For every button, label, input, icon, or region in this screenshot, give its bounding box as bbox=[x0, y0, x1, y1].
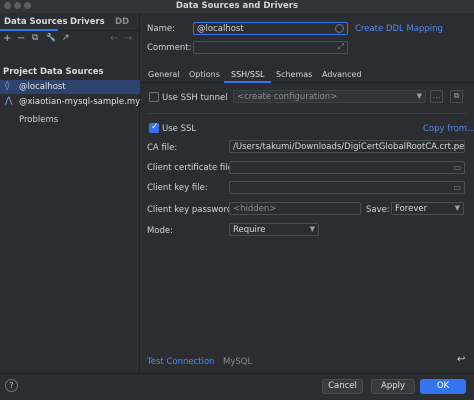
copy-from-link[interactable]: Copy from... bbox=[423, 124, 474, 134]
client-key-field[interactable]: ▭ bbox=[229, 181, 465, 194]
use-ssh-tunnel-checkbox[interactable] bbox=[149, 92, 159, 102]
left-tabs: Data Sources Drivers DD bbox=[0, 13, 140, 31]
ssh-configuration-select[interactable]: <create configuration> ▼ bbox=[233, 90, 426, 103]
client-key-password-label: Client key password: bbox=[147, 205, 236, 215]
expand-icon[interactable]: ⤢ bbox=[338, 42, 344, 52]
problems-item[interactable]: Problems bbox=[19, 115, 58, 125]
remove-icon[interactable]: − bbox=[17, 33, 25, 44]
left-panel: Data Sources Drivers DD + − ⧉ 🔧 ↗ ← → Pr… bbox=[0, 13, 140, 373]
ca-file-field[interactable]: /Users/takumi/Downloads/DigiCertGlobalRo… bbox=[229, 140, 465, 153]
driver-label: MySQL bbox=[223, 357, 253, 367]
create-ddl-mapping-link[interactable]: Create DDL Mapping bbox=[355, 24, 443, 34]
cancel-button[interactable]: Cancel bbox=[322, 379, 363, 394]
back-arrow-icon[interactable]: ← bbox=[110, 33, 118, 44]
ssh-more-button[interactable]: ... bbox=[430, 90, 443, 103]
use-ssl-checkbox[interactable] bbox=[149, 122, 159, 133]
folder-icon[interactable]: ▭ bbox=[453, 183, 461, 192]
client-certificate-field[interactable]: ▭ bbox=[229, 161, 465, 174]
client-key-password-value: <hidden> bbox=[233, 204, 277, 214]
connection-subtabs: General Options SSH/SSL Schemas Advanced bbox=[141, 65, 474, 83]
client-key-password-field[interactable]: <hidden> bbox=[229, 202, 361, 215]
tab-schemas[interactable]: Schemas bbox=[276, 70, 312, 79]
chevron-down-icon: ▼ bbox=[454, 204, 460, 212]
duplicate-icon[interactable]: ⧉ bbox=[32, 33, 38, 43]
right-panel: Name: @localhost Create DDL Mapping Comm… bbox=[141, 13, 474, 373]
ca-file-value: /Users/takumi/Downloads/DigiCertGlobalRo… bbox=[233, 142, 465, 152]
active-subtab-indicator bbox=[224, 81, 271, 83]
chevron-down-icon: ▼ bbox=[416, 92, 422, 100]
name-label: Name: bbox=[147, 24, 175, 34]
comment-field[interactable]: ⤢ bbox=[193, 41, 348, 54]
tab-ssh-ssl[interactable]: SSH/SSL bbox=[231, 70, 264, 79]
help-icon[interactable]: ? bbox=[5, 379, 18, 392]
apply-button[interactable]: Apply bbox=[371, 379, 415, 394]
tab-data-sources[interactable]: Data Sources bbox=[4, 17, 68, 27]
reset-icon[interactable]: ↩ bbox=[457, 354, 465, 365]
left-toolbar: + − ⧉ 🔧 ↗ ← → bbox=[0, 32, 140, 48]
mode-select[interactable]: Require ▼ bbox=[229, 223, 319, 236]
data-source-label: @xiaotian-mysql-sample.mysql.d bbox=[19, 97, 140, 107]
mode-label: Mode: bbox=[147, 226, 174, 236]
folder-icon[interactable]: ▭ bbox=[453, 142, 461, 151]
mode-value: Require bbox=[233, 225, 266, 235]
window-title: Data Sources and Drivers bbox=[175, 1, 299, 11]
divider bbox=[147, 113, 467, 114]
ok-button[interactable]: OK bbox=[420, 379, 466, 394]
save-select[interactable]: Forever ▼ bbox=[391, 202, 464, 215]
ca-file-label: CA file: bbox=[147, 143, 178, 153]
forward-arrow-icon[interactable]: → bbox=[124, 33, 132, 44]
tab-options[interactable]: Options bbox=[189, 70, 220, 79]
project-data-sources-heading: Project Data Sources bbox=[3, 67, 104, 77]
mysql-icon: ⋀ bbox=[5, 96, 13, 106]
add-icon[interactable]: + bbox=[3, 33, 11, 44]
ssh-configuration-value: <create configuration> bbox=[237, 92, 338, 102]
use-ssh-tunnel-label: Use SSH tunnel bbox=[162, 93, 228, 103]
chevron-down-icon: ▼ bbox=[309, 225, 315, 233]
save-value: Forever bbox=[395, 204, 428, 214]
name-value: @localhost bbox=[197, 24, 244, 34]
folder-icon[interactable]: ▭ bbox=[453, 163, 461, 172]
data-source-label: @localhost bbox=[19, 82, 66, 92]
tab-general[interactable]: General bbox=[148, 70, 180, 79]
export-icon[interactable]: ↗ bbox=[62, 33, 70, 43]
comment-label: Comment: bbox=[147, 43, 192, 53]
title-bar: Data Sources and Drivers bbox=[0, 0, 474, 13]
use-ssl-label: Use SSL bbox=[162, 124, 197, 134]
data-source-item[interactable]: ◊ @localhost bbox=[0, 80, 140, 94]
tab-ddl-mappings[interactable]: DD bbox=[115, 17, 137, 27]
mysql-icon: ◊ bbox=[5, 81, 10, 91]
dialog-footer: ? Cancel Apply OK bbox=[0, 373, 474, 400]
tab-drivers[interactable]: Drivers bbox=[70, 17, 105, 27]
test-connection-link[interactable]: Test Connection bbox=[147, 357, 215, 367]
data-source-item[interactable]: ⋀ @xiaotian-mysql-sample.mysql.d bbox=[0, 95, 140, 109]
color-circle-icon[interactable] bbox=[335, 24, 344, 33]
client-certificate-label: Client certificate file: bbox=[147, 163, 236, 173]
tab-advanced[interactable]: Advanced bbox=[322, 70, 362, 79]
save-label: Save: bbox=[366, 205, 390, 215]
name-field[interactable]: @localhost bbox=[193, 22, 348, 35]
wrench-icon[interactable]: 🔧 bbox=[46, 33, 56, 42]
active-tab-indicator bbox=[0, 29, 58, 31]
ssh-copy-button[interactable]: ⧉ bbox=[450, 90, 463, 103]
client-key-label: Client key file: bbox=[147, 183, 208, 193]
